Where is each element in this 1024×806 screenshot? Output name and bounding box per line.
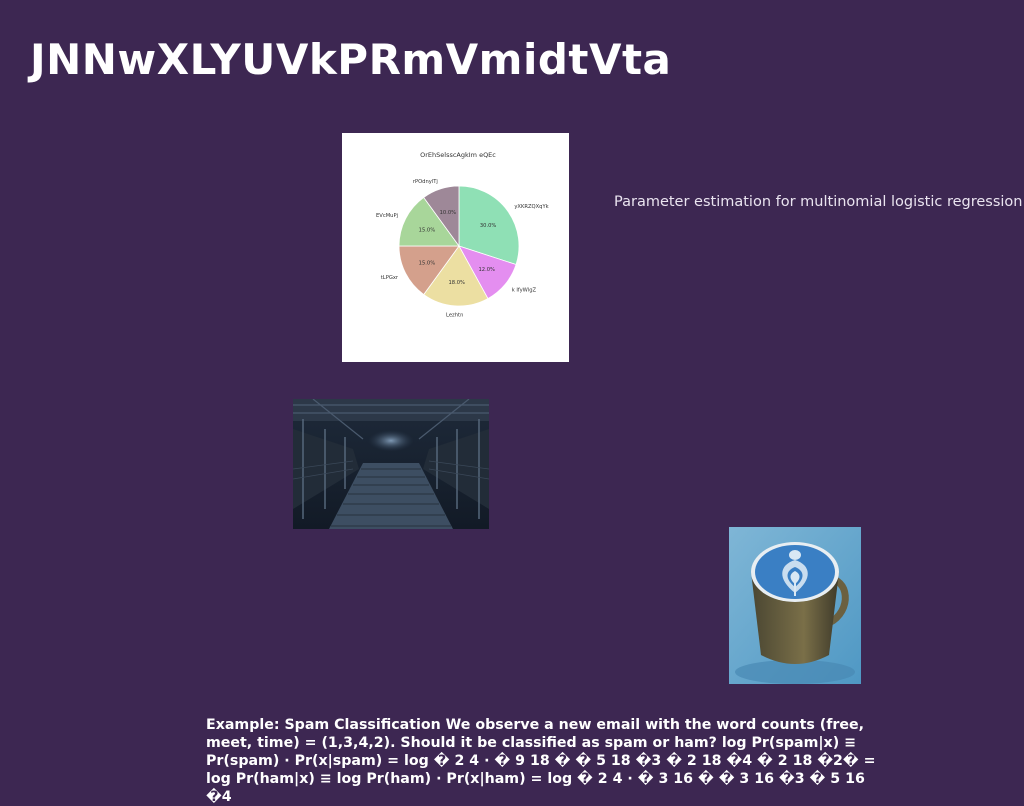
chart-title: OrEhSelsscAgkIm eQEc xyxy=(420,151,496,159)
slide-title: JNNwXLYUVkPRmVmidtVta xyxy=(30,35,672,84)
pie-category-label: rPOdnylTj xyxy=(413,179,438,185)
spam-classification-example: Example: Spam Classification We observe … xyxy=(206,717,876,805)
pie-percent-label: 15.0% xyxy=(419,260,436,266)
parameter-estimation-text: Parameter estimation for multinomial log… xyxy=(614,194,1024,210)
pie-category-label: yXKRZQXqYk xyxy=(514,204,548,210)
pie-category-label: Lezhtn xyxy=(446,312,463,318)
pie-percent-label: 15.0% xyxy=(419,228,436,234)
pie-percent-label: 10.0% xyxy=(440,210,457,216)
pie-category-label: k IfyWlgZ xyxy=(512,288,537,294)
pie-chart: OrEhSelsscAgkIm eQEc 30.0% yXKRZQXqYk 12.0… xyxy=(376,151,549,318)
pie-category-label: EVcMuPj xyxy=(376,213,398,219)
pie-percent-label: 12.0% xyxy=(478,267,495,273)
coffee-cup-photo xyxy=(729,527,861,684)
pie-category-label: tLPGxr xyxy=(381,275,399,281)
pie-percent-label: 30.0% xyxy=(480,223,497,229)
pie-chart-card: OrEhSelsscAgkIm eQEc 30.0% yXKRZQXqYk 12.0… xyxy=(342,133,569,362)
pie-percent-label: 18.0% xyxy=(448,280,465,286)
bridge-photo xyxy=(293,399,489,529)
